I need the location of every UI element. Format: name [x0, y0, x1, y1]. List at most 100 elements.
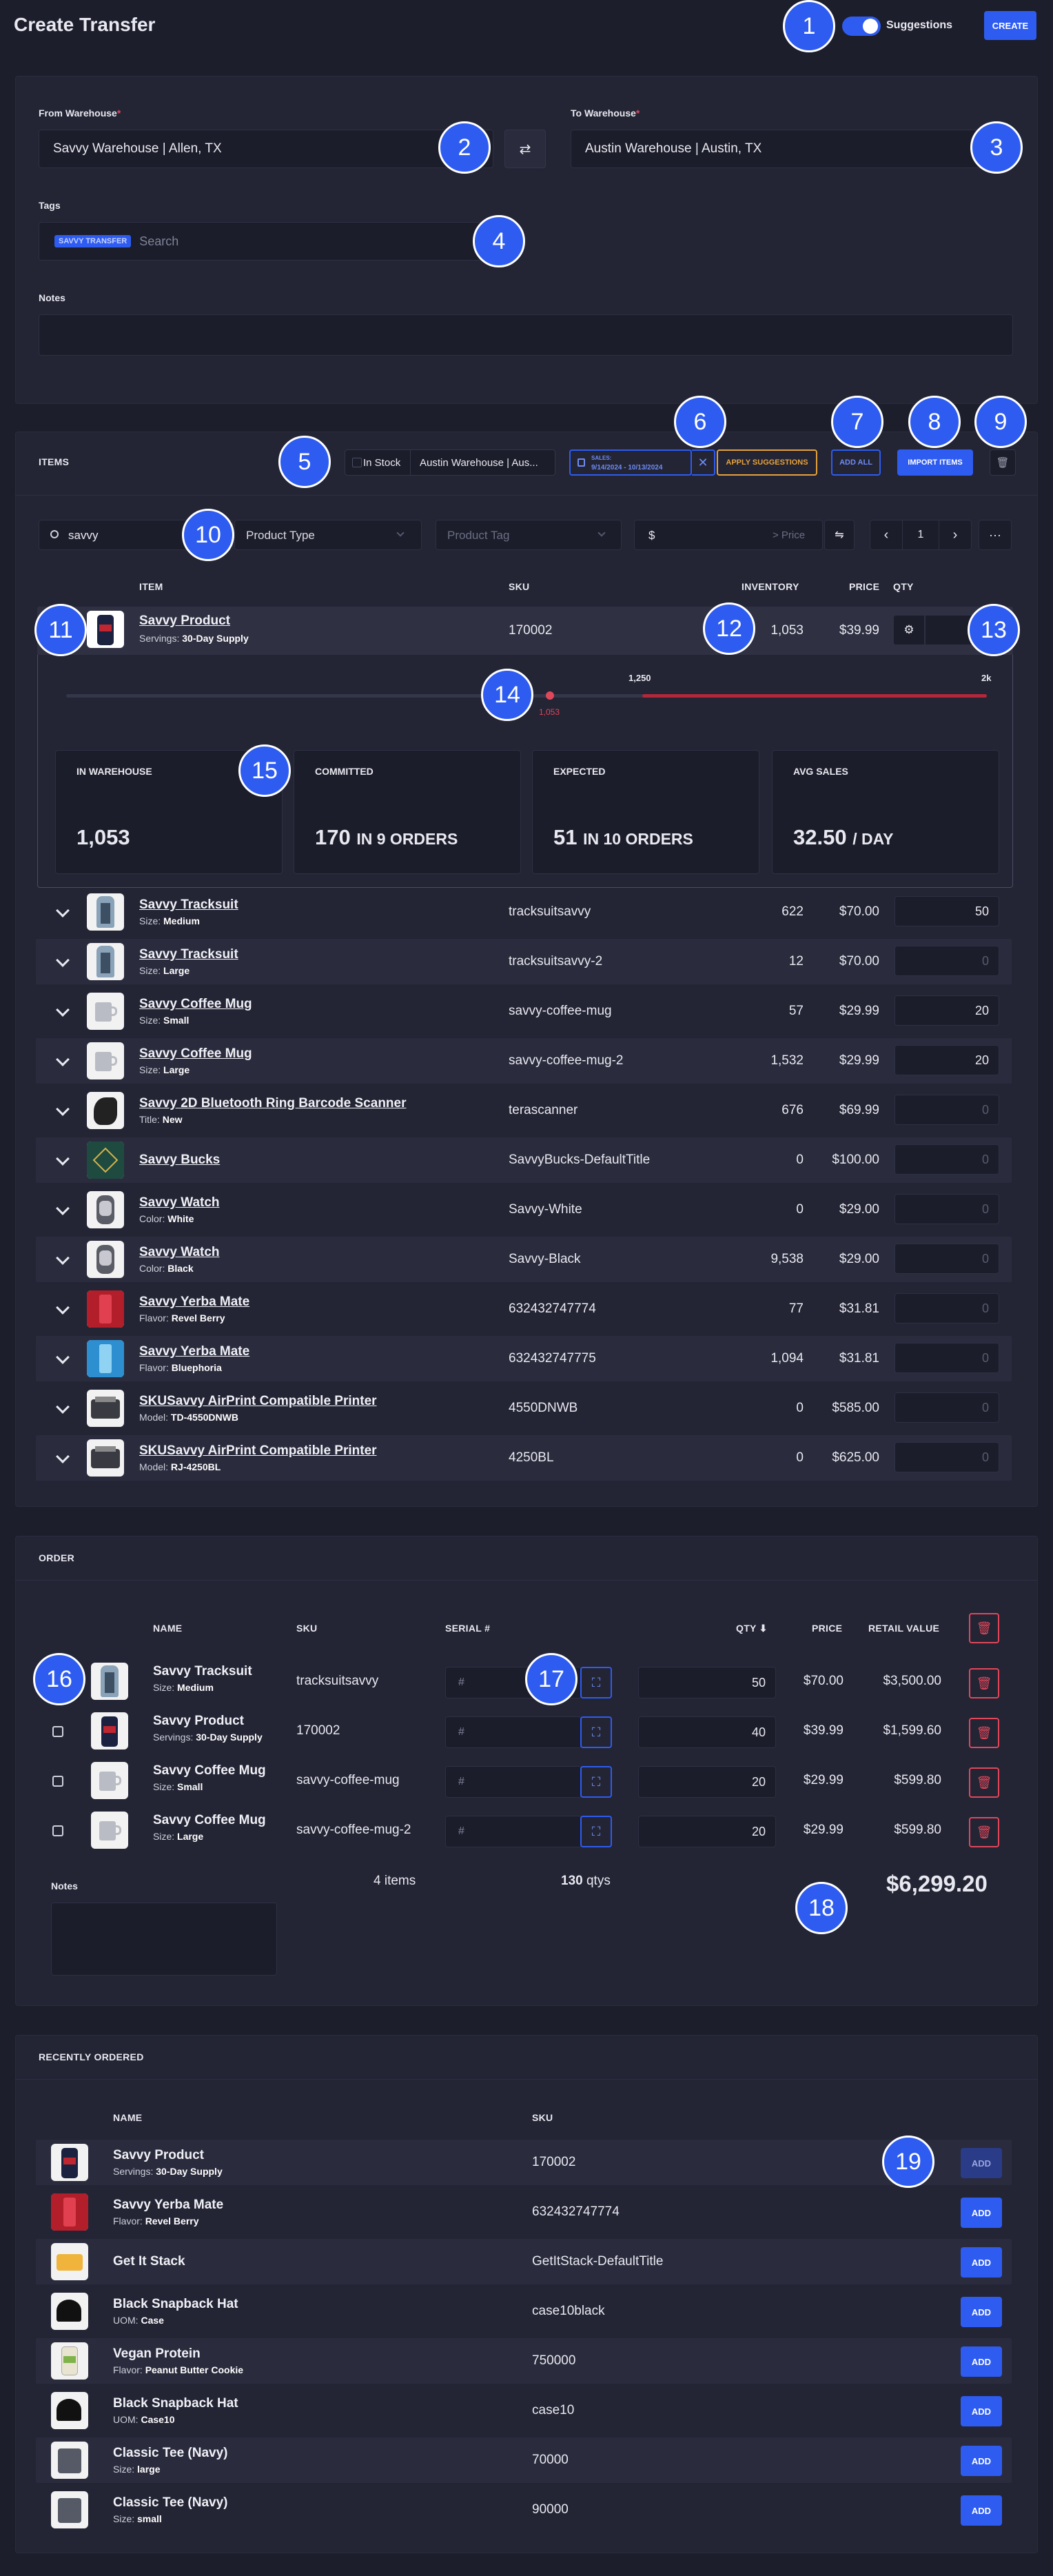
scan-icon[interactable]: ⛶	[580, 1716, 612, 1748]
suggestions-toggle[interactable]	[842, 17, 881, 36]
item-price: $585.00	[832, 1401, 879, 1415]
item-sku: tracksuitsavvy-2	[509, 954, 603, 968]
order-qty-input[interactable]: 20	[638, 1766, 776, 1798]
tag-chip[interactable]: SAVVY TRANSFER	[54, 235, 132, 247]
remove-order-item-button[interactable]: 🗑	[969, 1817, 999, 1847]
item-name[interactable]: SKUSavvy AirPrint Compatible Printer	[139, 1443, 377, 1459]
order-qty-input[interactable]: 40	[638, 1716, 776, 1748]
stock-slider-range	[642, 694, 987, 698]
from-warehouse-select[interactable]: Savvy Warehouse | Allen, TX	[39, 130, 493, 168]
item-name[interactable]: Savvy Tracksuit	[139, 947, 238, 962]
product-tag-select[interactable]: Product Tag	[436, 520, 622, 550]
swap-warehouses-button[interactable]: ⇄	[504, 130, 546, 168]
item-name[interactable]: Savvy 2D Bluetooth Ring Barcode Scanner	[139, 1096, 407, 1111]
serial-input[interactable]: #	[445, 1716, 582, 1748]
item-price: $31.81	[839, 1301, 879, 1316]
in-stock-checkbox[interactable]	[352, 458, 362, 467]
suggest-qty-button[interactable]: ⚙	[893, 615, 925, 645]
order-col-name: NAME	[153, 1623, 183, 1634]
item-name[interactable]: Savvy Coffee Mug	[139, 997, 252, 1012]
serial-input[interactable]: #	[445, 1766, 582, 1798]
tags-search-placeholder: Search	[139, 234, 179, 248]
create-button[interactable]: CREATE	[984, 11, 1036, 40]
remove-order-item-button[interactable]: 🗑	[969, 1718, 999, 1748]
item-name[interactable]: Savvy Yerba Mate	[139, 1344, 249, 1359]
remove-order-item-button[interactable]: 🗑	[969, 1668, 999, 1698]
item-price: $625.00	[832, 1450, 879, 1465]
item-qty-input[interactable]: 0	[894, 1194, 999, 1224]
tags-input[interactable]: SAVVY TRANSFER Search	[39, 222, 493, 261]
add-item-button[interactable]: ADD	[961, 2148, 1002, 2178]
remove-order-item-button[interactable]: 🗑	[969, 1767, 999, 1798]
scan-icon[interactable]: ⛶	[580, 1667, 612, 1698]
item-qty-input[interactable]: 0	[894, 946, 999, 976]
item-qty-input[interactable]: 0	[894, 1442, 999, 1472]
product-thumbnail	[87, 611, 124, 648]
order-notes-textarea[interactable]	[51, 1903, 277, 1976]
delete-items-icon[interactable]: 🗑	[990, 449, 1016, 476]
note-icon[interactable]	[52, 1776, 63, 1787]
notes-textarea[interactable]	[39, 314, 1013, 356]
item-name[interactable]: Savvy Coffee Mug	[139, 1046, 252, 1062]
item-name[interactable]: Savvy Tracksuit	[139, 897, 238, 913]
item-qty-input[interactable]: 0	[894, 1392, 999, 1423]
note-icon[interactable]	[52, 1825, 63, 1836]
scan-icon[interactable]: ⛶	[580, 1766, 612, 1798]
item-inventory: 57	[788, 1004, 804, 1018]
warehouse-filter-value[interactable]: Austin Warehouse | Aus...	[420, 457, 538, 469]
prev-page-button[interactable]: ‹	[870, 520, 902, 549]
apply-suggestions-button[interactable]: APPLY SUGGESTIONS	[717, 449, 817, 476]
item-name[interactable]: SKUSavvy AirPrint Compatible Printer	[139, 1394, 377, 1409]
product-thumbnail	[91, 1663, 128, 1700]
to-warehouse-select[interactable]: Austin Warehouse | Austin, TX	[571, 130, 1013, 168]
item-name[interactable]: Savvy Yerba Mate	[139, 1295, 249, 1310]
item-inventory: 77	[788, 1301, 804, 1316]
in-stock-filter[interactable]: In Stock Austin Warehouse | Aus...	[345, 449, 555, 476]
order-qty-input[interactable]: 50	[638, 1667, 776, 1698]
item-name[interactable]: Savvy Watch	[139, 1195, 220, 1210]
item-name[interactable]: Savvy Bucks	[139, 1153, 220, 1168]
col-qty: QTY	[893, 581, 914, 592]
stock-slider-marker[interactable]	[546, 691, 554, 700]
more-options-button[interactable]: ···	[979, 520, 1012, 550]
pagination: ‹ 1 ›	[870, 520, 972, 550]
order-items-count: 4 items	[374, 1874, 416, 1888]
add-item-button[interactable]: ADD	[961, 2297, 1002, 2327]
price-operator-button[interactable]: ⇋	[824, 520, 855, 550]
recent-col-sku: SKU	[532, 2112, 553, 2123]
price-filter-input[interactable]: $ > Price	[634, 520, 823, 550]
add-item-button[interactable]: ADD	[961, 2396, 1002, 2426]
add-item-button[interactable]: ADD	[961, 2446, 1002, 2476]
item-qty-input[interactable]: 0	[894, 1293, 999, 1324]
current-page[interactable]: 1	[902, 520, 939, 549]
item-qty-input[interactable]: 0	[894, 1244, 999, 1274]
sort-down-icon[interactable]: ⬇	[759, 1623, 768, 1634]
expanded-item-name[interactable]: Savvy Product	[139, 613, 230, 629]
add-item-button[interactable]: ADD	[961, 2495, 1002, 2526]
item-qty-input[interactable]: 50	[894, 896, 999, 926]
item-qty-input[interactable]: 0	[894, 1095, 999, 1125]
add-item-button[interactable]: ADD	[961, 2346, 1002, 2377]
item-qty-input[interactable]: 20	[894, 995, 999, 1026]
add-item-button[interactable]: ADD	[961, 2198, 1002, 2228]
product-type-select[interactable]: Product Type	[234, 520, 422, 550]
annotation-badge-6: 6	[674, 396, 726, 448]
add-item-button[interactable]: ADD	[961, 2247, 1002, 2278]
serial-input[interactable]: #	[445, 1816, 582, 1847]
item-qty-input[interactable]: 20	[894, 1045, 999, 1075]
add-all-button[interactable]: ADD ALL	[831, 449, 881, 476]
product-variant: Size: Medium	[139, 915, 200, 926]
next-page-button[interactable]: ›	[939, 520, 971, 549]
import-items-button[interactable]: IMPORT ITEMS	[897, 449, 973, 476]
note-icon[interactable]	[52, 1726, 63, 1737]
clear-sales-range-button[interactable]: ✕	[692, 449, 715, 476]
item-qty-input[interactable]: 0	[894, 1343, 999, 1373]
order-qty-input[interactable]: 20	[638, 1816, 776, 1847]
item-name[interactable]: Savvy Watch	[139, 1245, 220, 1260]
clear-order-button[interactable]: 🗑	[969, 1613, 999, 1643]
item-qty-input[interactable]: 0	[894, 1144, 999, 1175]
sales-range-picker[interactable]: SALES: 9/14/2024 - 10/13/2024	[569, 449, 692, 476]
toggle-knob	[863, 19, 878, 34]
scan-icon[interactable]: ⛶	[580, 1816, 612, 1847]
expanded-item-sku: 170002	[509, 623, 553, 638]
